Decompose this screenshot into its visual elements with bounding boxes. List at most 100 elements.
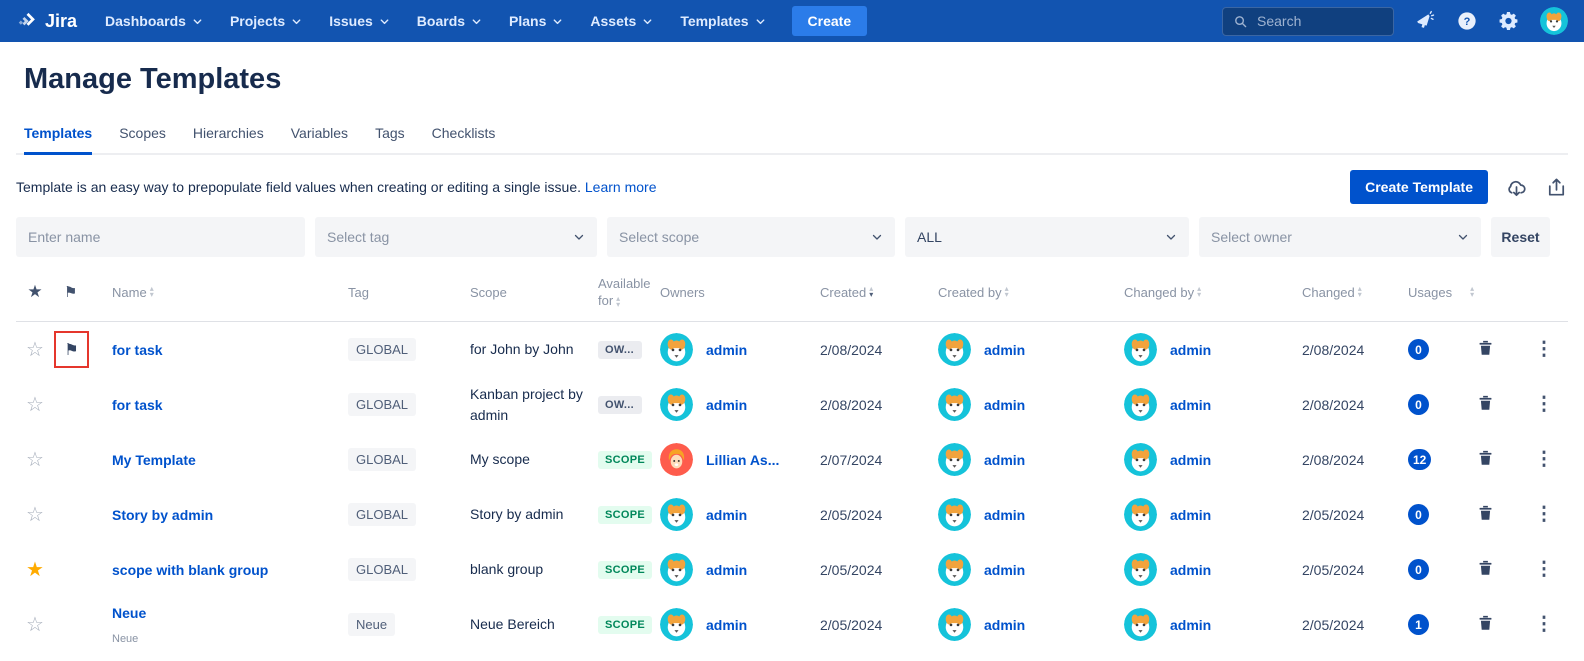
nav-item-plans[interactable]: Plans <box>509 13 563 29</box>
template-name-link[interactable]: Story by admin <box>112 507 213 523</box>
template-name-link[interactable]: Neue <box>112 605 146 621</box>
nav-item-projects[interactable]: Projects <box>230 13 302 29</box>
changed-by-link[interactable]: admin <box>1170 617 1211 633</box>
learn-more-link[interactable]: Learn more <box>585 179 657 195</box>
owner-link[interactable]: admin <box>706 507 747 523</box>
delete-trash-icon[interactable] <box>1476 448 1495 468</box>
template-name-link[interactable]: scope with blank group <box>112 562 268 578</box>
chevron-down-icon <box>379 16 390 27</box>
search-input[interactable] <box>1257 13 1383 29</box>
changed-by-link[interactable]: admin <box>1170 562 1211 578</box>
more-actions-kebab-icon[interactable]: ⋮ <box>1520 400 1568 410</box>
changed-by-link[interactable]: admin <box>1170 342 1211 358</box>
usages-badge[interactable]: 0 <box>1408 504 1429 525</box>
template-name-link[interactable]: for task <box>112 342 163 358</box>
tab-hierarchies[interactable]: Hierarchies <box>193 125 264 153</box>
usages-badge[interactable]: 0 <box>1408 339 1429 360</box>
filter-tag-select[interactable]: Select tag <box>315 217 597 257</box>
filter-scope-select[interactable]: Select scope <box>607 217 895 257</box>
owner-link[interactable]: Lillian As... <box>706 452 779 468</box>
global-search[interactable] <box>1222 7 1394 36</box>
usages-badge[interactable]: 0 <box>1408 559 1429 580</box>
export-icon[interactable] <box>1545 176 1568 199</box>
import-cloud-download-icon[interactable] <box>1505 176 1528 199</box>
created-by-link[interactable]: admin <box>984 452 1025 468</box>
settings-gear-icon[interactable] <box>1498 10 1520 32</box>
created-by-link[interactable]: admin <box>984 617 1025 633</box>
user-avatar[interactable] <box>1540 7 1568 35</box>
chevron-down-icon <box>552 16 563 27</box>
create-template-button[interactable]: Create Template <box>1350 170 1488 204</box>
header-created-by[interactable]: Created by▴▾ <box>914 285 1104 300</box>
template-name-link[interactable]: My Template <box>112 452 196 468</box>
more-actions-kebab-icon[interactable]: ⋮ <box>1520 620 1568 630</box>
star-column-header-icon[interactable]: ★ <box>16 282 54 302</box>
chevron-down-icon <box>573 231 585 243</box>
header-name[interactable]: Name▴▾ <box>100 285 338 300</box>
star-icon-filled[interactable]: ★ <box>16 557 54 582</box>
created-by-link[interactable]: admin <box>984 507 1025 523</box>
filter-name-input[interactable] <box>16 217 305 257</box>
owner-link[interactable]: admin <box>706 342 747 358</box>
more-actions-kebab-icon[interactable]: ⋮ <box>1520 345 1568 355</box>
more-actions-kebab-icon[interactable]: ⋮ <box>1520 455 1568 465</box>
flag-highlight-box[interactable]: ⚑ <box>54 331 89 368</box>
owner-link[interactable]: admin <box>706 562 747 578</box>
reset-button[interactable]: Reset <box>1491 217 1550 257</box>
filter-owner-select[interactable]: Select owner <box>1199 217 1481 257</box>
star-icon[interactable]: ☆ <box>16 392 54 417</box>
header-created[interactable]: Created▴▾ <box>808 285 914 300</box>
template-name-link[interactable]: for task <box>112 397 163 413</box>
usages-badge[interactable]: 1 <box>1408 614 1429 635</box>
tab-tags[interactable]: Tags <box>375 125 405 153</box>
header-changed[interactable]: Changed▴▾ <box>1284 285 1396 300</box>
changed-by-link[interactable]: admin <box>1170 452 1211 468</box>
created-by-link[interactable]: admin <box>984 562 1025 578</box>
delete-trash-icon[interactable] <box>1476 613 1495 633</box>
tag-chip: GLOBAL <box>348 393 416 416</box>
nav-item-issues[interactable]: Issues <box>329 13 390 29</box>
usages-badge[interactable]: 0 <box>1408 394 1429 415</box>
flag-column-header-icon[interactable]: ⚑ <box>54 283 100 301</box>
delete-trash-icon[interactable] <box>1476 503 1495 523</box>
nav-item-dashboards[interactable]: Dashboards <box>105 13 203 29</box>
tab-variables[interactable]: Variables <box>291 125 348 153</box>
nav-create-button[interactable]: Create <box>792 6 868 36</box>
star-icon[interactable]: ☆ <box>16 447 54 472</box>
scope-cell: blank group <box>458 559 588 579</box>
star-icon[interactable]: ☆ <box>16 337 54 362</box>
nav-item-assets[interactable]: Assets <box>590 13 653 29</box>
available-for-lozenge: SCOPE <box>598 451 652 469</box>
header-changed-by[interactable]: Changed by▴▾ <box>1104 285 1284 300</box>
scope-cell: Kanban project by admin <box>458 384 588 425</box>
announcements-icon[interactable] <box>1414 10 1436 32</box>
chevron-down-icon <box>1457 231 1469 243</box>
tab-scopes[interactable]: Scopes <box>119 125 166 153</box>
more-actions-kebab-icon[interactable]: ⋮ <box>1520 510 1568 520</box>
created-by-link[interactable]: admin <box>984 397 1025 413</box>
tab-templates[interactable]: Templates <box>24 125 92 155</box>
jira-brand[interactable]: Jira <box>16 10 77 32</box>
avatar-dog <box>938 443 971 476</box>
star-icon[interactable]: ☆ <box>16 502 54 527</box>
help-icon[interactable]: ? <box>1456 10 1478 32</box>
filter-type-select[interactable]: ALL <box>905 217 1189 257</box>
changed-by-link[interactable]: admin <box>1170 397 1211 413</box>
header-available-for[interactable]: Available for▴▾ <box>588 275 650 309</box>
delete-trash-icon[interactable] <box>1476 393 1495 413</box>
changed-date: 2/08/2024 <box>1284 342 1396 358</box>
delete-trash-icon[interactable] <box>1476 338 1495 358</box>
usages-badge[interactable]: 12 <box>1408 449 1431 470</box>
more-actions-kebab-icon[interactable]: ⋮ <box>1520 565 1568 575</box>
header-usages[interactable]: Usages▴▾ <box>1396 285 1476 300</box>
nav-item-boards[interactable]: Boards <box>417 13 482 29</box>
star-icon[interactable]: ☆ <box>16 612 54 637</box>
nav-item-templates[interactable]: Templates <box>680 13 765 29</box>
created-by-link[interactable]: admin <box>984 342 1025 358</box>
changed-by-link[interactable]: admin <box>1170 507 1211 523</box>
delete-trash-icon[interactable] <box>1476 558 1495 578</box>
tab-checklists[interactable]: Checklists <box>432 125 496 153</box>
tag-chip: GLOBAL <box>348 338 416 361</box>
owner-link[interactable]: admin <box>706 617 747 633</box>
owner-link[interactable]: admin <box>706 397 747 413</box>
